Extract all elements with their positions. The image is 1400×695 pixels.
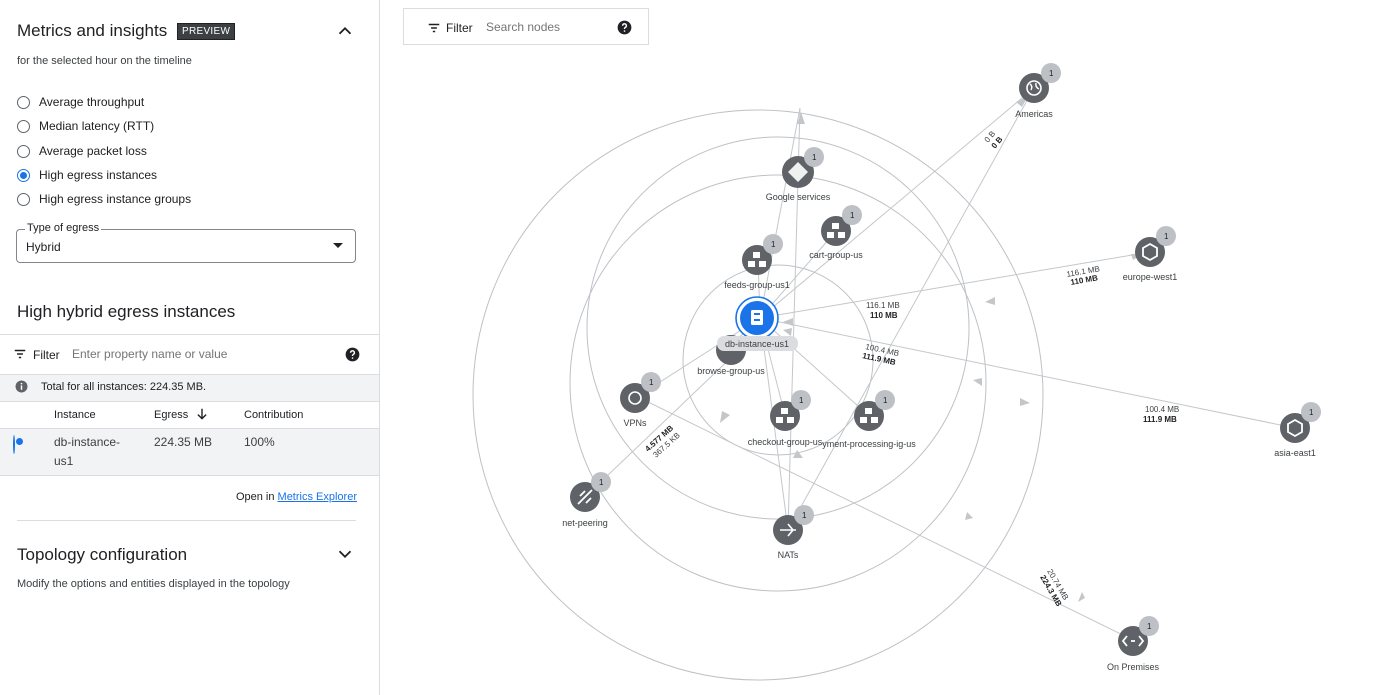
count-text: 1 — [1164, 232, 1169, 241]
node-label-browse-group-us: browse-group-us — [697, 366, 765, 376]
count-text: 1 — [771, 240, 776, 249]
count-text: 1 — [1049, 69, 1054, 78]
edge-asia — [759, 317, 1296, 429]
node-asia-east1[interactable]: 1 asia-east1 — [1274, 402, 1321, 458]
node-label-americas: Americas — [1015, 109, 1053, 119]
node-label-on-premises: On Premises — [1107, 662, 1160, 672]
instance-group-icon-shape — [871, 417, 878, 423]
instance-group-icon-shape — [860, 417, 867, 423]
count-text: 1 — [883, 396, 888, 405]
node-payment-processing-ig-us[interactable]: 1 yment-processing-ig-us — [822, 390, 916, 449]
node-label-europe-west1: europe-west1 — [1123, 272, 1178, 282]
node-label-feeds-group-us1: feeds-group-us1 — [724, 280, 790, 290]
node-vpns[interactable]: 1 VPNs — [620, 372, 661, 428]
instance-group-icon-shape — [832, 223, 839, 229]
count-text: 1 — [1309, 408, 1314, 417]
instance-group-icon-shape — [865, 408, 872, 414]
node-db-instance-us1[interactable]: db-instance-us1 — [717, 296, 798, 351]
count-text: 1 — [802, 511, 807, 520]
node-europe-west1[interactable]: 1 europe-west1 — [1123, 226, 1178, 282]
instance-group-icon-shape — [759, 261, 766, 267]
node-label-db-instance-us1: db-instance-us1 — [725, 339, 789, 349]
node-label-google-services: Google services — [766, 192, 831, 202]
arrow-marker — [720, 411, 730, 423]
arrow-marker — [973, 378, 982, 386]
node-nats[interactable]: 1 NATs — [773, 505, 814, 560]
node-net-peering[interactable]: 1 net-peering — [562, 472, 611, 528]
arrow-marker — [783, 318, 793, 326]
edge-label-asia-out: 111.9 MB — [1143, 415, 1177, 424]
node-on-premises[interactable]: 1 On Premises — [1107, 616, 1160, 672]
arrow-marker — [1078, 592, 1085, 602]
count-text: 1 — [649, 378, 654, 387]
node-label-nats: NATs — [778, 550, 799, 560]
node-label-net-peering: net-peering — [562, 518, 608, 528]
count-text: 1 — [850, 211, 855, 220]
instance-group-icon-shape — [776, 417, 783, 423]
node-cart-group-us[interactable]: 1 cart-group-us — [809, 205, 863, 260]
instance-group-icon-shape — [827, 232, 834, 238]
vm-instance-icon-shape — [751, 310, 763, 325]
topology-edges — [584, 87, 1296, 641]
arrow-marker — [965, 512, 973, 520]
edge-label-asia-in: 100.4 MB — [1145, 405, 1179, 414]
arrow-marker — [1020, 398, 1030, 406]
count-text: 1 — [599, 478, 604, 487]
vm-instance-icon-detail — [754, 319, 760, 321]
instance-group-icon-shape — [838, 232, 845, 238]
edge-label-inner-out: 110 MB — [870, 311, 898, 320]
node-label-checkout-group-us: checkout-group-us — [748, 437, 823, 447]
edge-payment — [759, 317, 869, 416]
instance-group-icon-shape — [753, 252, 760, 258]
instance-group-icon-shape — [787, 417, 794, 423]
node-checkout-group-us[interactable]: 1 checkout-group-us — [748, 390, 823, 447]
topology-graph[interactable]: 0 B 0 B 116.1 MB 110 MB 116.1 MB 110 MB … — [0, 0, 1400, 695]
ring-outer — [472, 109, 1044, 681]
node-label-payment-processing-ig-us: yment-processing-ig-us — [822, 439, 916, 449]
node-americas[interactable]: 1 Americas — [1015, 63, 1061, 119]
instance-group-icon-shape — [781, 408, 788, 414]
arrow-marker — [783, 328, 792, 336]
node-label-cart-group-us: cart-group-us — [809, 250, 863, 260]
node-label-asia-east1: asia-east1 — [1274, 448, 1316, 458]
arrow-marker — [985, 297, 995, 305]
topology-rings — [472, 109, 1044, 681]
count-text: 1 — [799, 396, 804, 405]
count-text: 1 — [1147, 622, 1152, 631]
node-label-vpns: VPNs — [623, 418, 647, 428]
count-text: 1 — [812, 153, 817, 162]
instance-group-icon-shape — [748, 261, 755, 267]
vm-instance-icon-detail — [754, 313, 760, 315]
node-feeds-group-us1[interactable]: 1 feeds-group-us1 — [724, 234, 790, 290]
edge-label-inner-in: 116.1 MB — [866, 301, 900, 310]
edge-europe — [759, 251, 1151, 319]
